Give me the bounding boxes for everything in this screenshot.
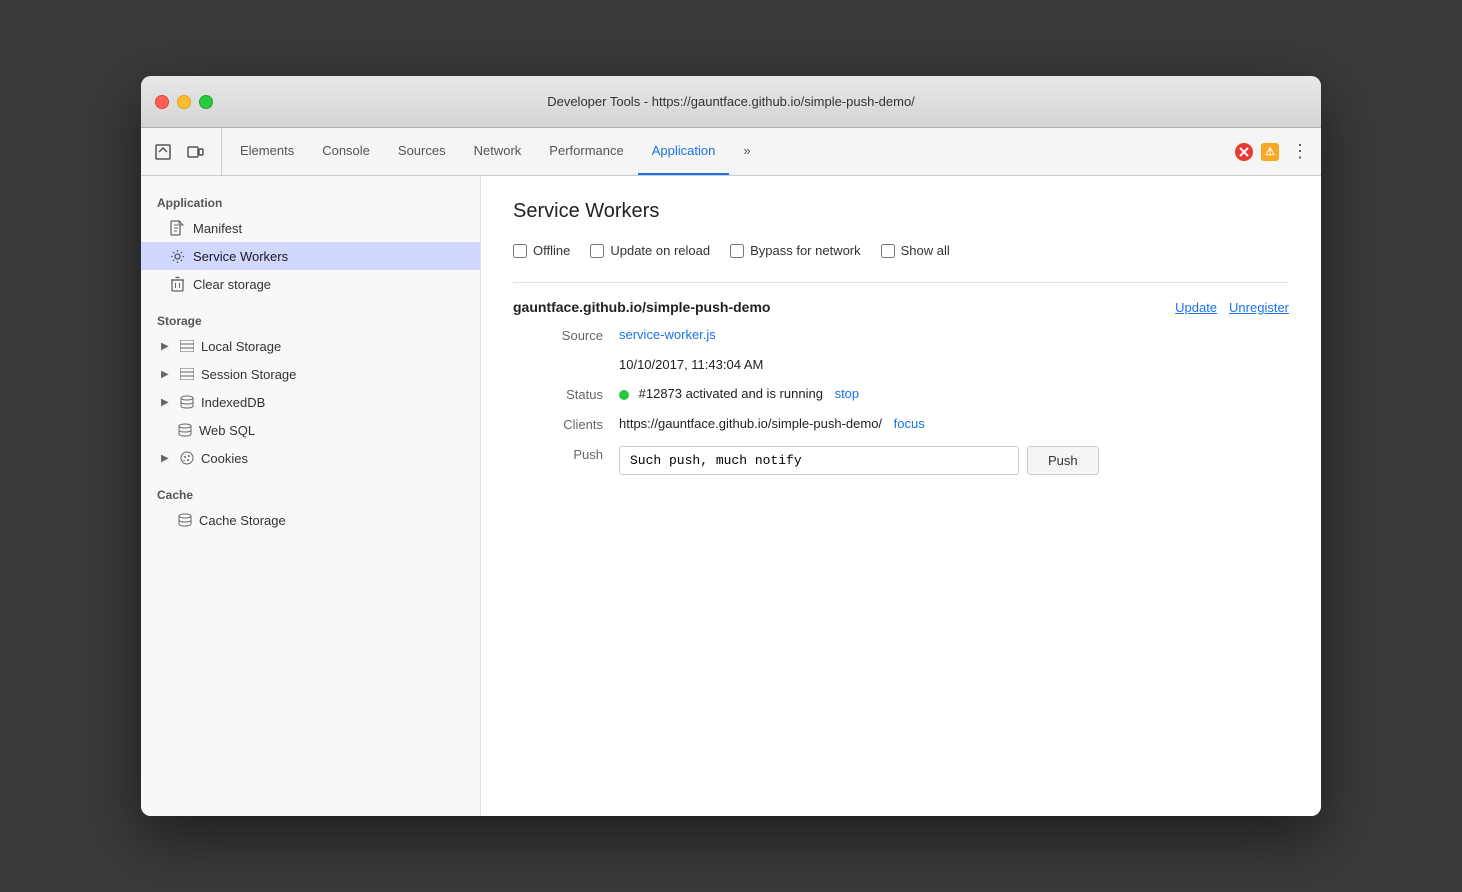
sidebar-item-service-workers[interactable]: Service Workers	[141, 242, 480, 270]
sidebar-item-web-sql[interactable]: Web SQL	[141, 416, 480, 444]
focus-link[interactable]: focus	[894, 416, 925, 431]
checkbox-offline[interactable]: Offline	[513, 243, 570, 258]
close-button[interactable]	[155, 95, 169, 109]
sw-detail-table: Source service-worker.js 10/10/2017, 11:…	[529, 327, 1289, 475]
error-badge	[1235, 143, 1253, 161]
received-value: 10/10/2017, 11:43:04 AM	[619, 357, 1289, 372]
nav-tabs: Elements Console Sources Network Perform…	[226, 128, 1227, 175]
cookies-label: Cookies	[201, 451, 248, 466]
sidebar-item-cache-storage[interactable]: Cache Storage	[141, 506, 480, 534]
tab-elements[interactable]: Elements	[226, 128, 308, 175]
websql-label: Web SQL	[199, 423, 255, 438]
push-label: Push	[529, 446, 619, 475]
push-button[interactable]: Push	[1027, 446, 1099, 475]
clear-storage-label: Clear storage	[193, 277, 271, 292]
clients-url: https://gauntface.github.io/simple-push-…	[619, 416, 882, 431]
indexeddb-icon	[179, 394, 195, 410]
sw-origin: gauntface.github.io/simple-push-demo	[513, 299, 770, 315]
sw-origin-row: gauntface.github.io/simple-push-demo Upd…	[513, 299, 1289, 315]
window-title: Developer Tools - https://gauntface.gith…	[547, 94, 915, 109]
arrow-icon: ▶	[161, 369, 173, 380]
status-dot	[619, 390, 629, 400]
panel: Service Workers Offline Update on reload…	[481, 176, 1321, 816]
tab-application[interactable]: Application	[638, 128, 730, 175]
show-all-checkbox[interactable]	[881, 244, 895, 258]
title-bar: Developer Tools - https://gauntface.gith…	[141, 76, 1321, 128]
stop-link[interactable]: stop	[835, 386, 860, 401]
status-value: #12873 activated and is running stop	[619, 386, 1289, 402]
device-icon[interactable]	[181, 138, 209, 166]
cookies-icon	[179, 450, 195, 466]
session-storage-label: Session Storage	[201, 367, 296, 382]
checkbox-update-on-reload[interactable]: Update on reload	[590, 243, 710, 258]
sidebar-item-session-storage[interactable]: ▶ Session Storage	[141, 360, 480, 388]
source-link[interactable]: service-worker.js	[619, 327, 716, 342]
manifest-label: Manifest	[193, 221, 242, 236]
divider	[513, 282, 1289, 283]
manifest-icon	[169, 220, 185, 236]
arrow-icon: ▶	[161, 453, 173, 464]
push-row: Push	[619, 446, 1289, 475]
push-input[interactable]	[619, 446, 1019, 475]
local-storage-icon	[179, 338, 195, 354]
tab-more[interactable]: »	[729, 128, 764, 175]
toolbar: Elements Console Sources Network Perform…	[141, 128, 1321, 176]
offline-checkbox[interactable]	[513, 244, 527, 258]
arrow-icon: ▶	[161, 341, 173, 352]
inspect-icon[interactable]	[149, 138, 177, 166]
cache-storage-label: Cache Storage	[199, 513, 286, 528]
tab-network[interactable]: Network	[460, 128, 536, 175]
checkbox-bypass-for-network[interactable]: Bypass for network	[730, 243, 861, 258]
status-text: #12873 activated and is running	[639, 386, 823, 401]
checkbox-show-all[interactable]: Show all	[881, 243, 950, 258]
toolbar-right: ⚠ ⋮	[1227, 128, 1313, 175]
sidebar-item-indexeddb[interactable]: ▶ IndexedDB	[141, 388, 480, 416]
sidebar-item-clear-storage[interactable]: Clear storage	[141, 270, 480, 298]
devtools-window: Developer Tools - https://gauntface.gith…	[141, 76, 1321, 816]
clients-value: https://gauntface.github.io/simple-push-…	[619, 416, 1289, 432]
update-link[interactable]: Update	[1175, 300, 1217, 315]
checkbox-row: Offline Update on reload Bypass for netw…	[513, 243, 1289, 258]
main-content: Application Manifest	[141, 176, 1321, 816]
more-options-icon[interactable]: ⋮	[1287, 141, 1313, 162]
sidebar-item-cookies[interactable]: ▶ Cookies	[141, 444, 480, 472]
tab-sources[interactable]: Sources	[384, 128, 460, 175]
toolbar-icons	[149, 128, 222, 175]
trash-icon	[169, 276, 185, 292]
sw-entry: gauntface.github.io/simple-push-demo Upd…	[513, 299, 1289, 475]
arrow-icon: ▶	[161, 397, 173, 408]
service-workers-label: Service Workers	[193, 249, 288, 264]
sidebar-item-local-storage[interactable]: ▶ Local Storage	[141, 332, 480, 360]
sidebar-item-manifest[interactable]: Manifest	[141, 214, 480, 242]
sidebar: Application Manifest	[141, 176, 481, 816]
sidebar-section-storage: Storage	[141, 306, 480, 332]
received-label-empty	[529, 357, 619, 372]
source-label: Source	[529, 327, 619, 343]
sidebar-section-application: Application	[141, 188, 480, 214]
sidebar-section-cache: Cache	[141, 480, 480, 506]
clients-label: Clients	[529, 416, 619, 432]
traffic-lights	[155, 95, 213, 109]
panel-title: Service Workers	[513, 200, 1289, 223]
maximize-button[interactable]	[199, 95, 213, 109]
source-value: service-worker.js	[619, 327, 1289, 343]
local-storage-label: Local Storage	[201, 339, 281, 354]
tab-console[interactable]: Console	[308, 128, 384, 175]
sw-actions: Update Unregister	[1175, 300, 1289, 315]
websql-icon	[177, 422, 193, 438]
push-value: Push	[619, 446, 1289, 475]
cache-storage-icon	[177, 512, 193, 528]
indexeddb-label: IndexedDB	[201, 395, 265, 410]
warning-badge: ⚠	[1261, 143, 1279, 161]
minimize-button[interactable]	[177, 95, 191, 109]
unregister-link[interactable]: Unregister	[1229, 300, 1289, 315]
status-label: Status	[529, 386, 619, 402]
update-on-reload-checkbox[interactable]	[590, 244, 604, 258]
session-storage-icon	[179, 366, 195, 382]
tab-performance[interactable]: Performance	[535, 128, 637, 175]
gear-icon	[169, 248, 185, 264]
bypass-for-network-checkbox[interactable]	[730, 244, 744, 258]
